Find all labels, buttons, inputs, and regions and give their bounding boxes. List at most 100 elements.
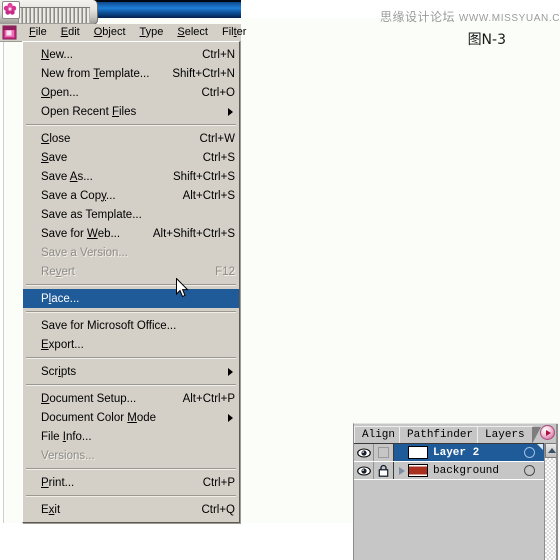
layers-empty-area[interactable] xyxy=(354,480,545,560)
table-row[interactable]: background xyxy=(354,462,545,480)
menu-item-close[interactable]: Close Ctrl+W xyxy=(23,129,239,148)
menu-item-new-from-template[interactable]: New from Template... Shift+Ctrl+N xyxy=(23,64,239,83)
menu-item-scripts[interactable]: Scripts xyxy=(23,362,239,381)
menu-type-label-rest: ype xyxy=(145,26,164,38)
menu-separator xyxy=(26,495,236,497)
menu-item-label: Save for Microsoft Office... xyxy=(41,319,177,332)
menu-bar[interactable]: File Edit Object Type Select Filter xyxy=(0,24,246,42)
application-window: File Edit Object Type Select Filter New.… xyxy=(0,0,560,560)
menu-item-shortcut: Shift+Ctrl+S xyxy=(173,170,235,183)
menu-filter[interactable]: Filter xyxy=(215,25,253,40)
menu-item-label: Revert xyxy=(41,265,75,278)
menu-item-exit[interactable]: Exit Ctrl+Q xyxy=(23,500,239,519)
menu-item-save-for-microsoft-office[interactable]: Save for Microsoft Office... xyxy=(23,316,239,335)
eye-icon[interactable] xyxy=(354,444,374,461)
menu-type[interactable]: Type xyxy=(133,25,171,40)
tab-align-label: Align xyxy=(362,429,396,441)
menu-separator xyxy=(26,357,236,359)
menu-item-label: Save as Template... xyxy=(41,208,142,221)
menu-separator xyxy=(26,384,236,386)
menu-item-label: Document Color Mode xyxy=(41,411,157,424)
menu-item-label: Export... xyxy=(41,338,84,351)
menu-item-save-as-template[interactable]: Save as Template... xyxy=(23,205,239,224)
menu-item-shortcut: Shift+Ctrl+N xyxy=(172,67,235,80)
menu-item-label: Save for Web... xyxy=(41,227,121,240)
menu-item-print[interactable]: Print... Ctrl+P xyxy=(23,473,239,492)
menu-item-label: Print... xyxy=(41,476,75,489)
menu-item-label: Save a Copy... xyxy=(41,189,116,202)
menu-item-save-as[interactable]: Save As... Shift+Ctrl+S xyxy=(23,167,239,186)
menu-select[interactable]: Select xyxy=(170,25,215,40)
menu-item-revert: Revert F12 xyxy=(23,262,239,281)
menu-item-open[interactable]: Open... Ctrl+O xyxy=(23,83,239,102)
file-dropdown-menu[interactable]: New... Ctrl+N New from Template... Shift+Ct… xyxy=(22,41,240,523)
watermark-site-cn: 思缘设计论坛 xyxy=(380,10,456,24)
illustrator-flower-icon xyxy=(2,1,20,19)
selection-fold-corner xyxy=(537,444,543,450)
menu-item-label: Versions... xyxy=(41,449,95,462)
tab-layers[interactable]: Layers xyxy=(477,426,541,444)
menu-item-file-info[interactable]: File Info... xyxy=(23,427,239,446)
chevron-right-icon[interactable] xyxy=(396,462,408,479)
layer-thumbnail xyxy=(408,446,428,459)
layer-name: background xyxy=(433,464,500,477)
menu-item-new[interactable]: New... Ctrl+N xyxy=(23,45,239,64)
menu-edit[interactable]: Edit xyxy=(54,25,87,40)
menu-item-place[interactable]: Place... xyxy=(23,289,239,308)
target-indicator-icon[interactable] xyxy=(524,447,535,458)
tab-pathfinder[interactable]: Pathfinder xyxy=(399,426,490,444)
menu-item-shortcut: Ctrl+O xyxy=(201,86,235,99)
menu-file-label-rest: ile xyxy=(35,26,47,38)
submenu-arrow-icon xyxy=(228,413,233,422)
menu-item-shortcut: Alt+Ctrl+P xyxy=(182,392,235,405)
lock-cell-empty[interactable] xyxy=(374,444,394,461)
menu-item-export[interactable]: Export... xyxy=(23,335,239,354)
menu-separator xyxy=(26,124,236,126)
menu-item-label: Open... xyxy=(41,86,79,99)
menu-item-document-setup[interactable]: Document Setup... Alt+Ctrl+P xyxy=(23,389,239,408)
menu-item-label: Place... xyxy=(41,292,80,305)
layers-palette[interactable]: Align Pathfinder Layers Layer 2 backgrou… xyxy=(353,423,558,560)
disclosure-placeholder xyxy=(396,444,408,461)
menu-item-save-a-version: Save a Version... xyxy=(23,243,239,262)
menu-item-shortcut: Ctrl+N xyxy=(202,48,235,61)
menu-item-shortcut: Ctrl+S xyxy=(202,151,235,164)
palette-menu-icon[interactable] xyxy=(540,425,555,440)
menu-file[interactable]: File xyxy=(22,25,54,40)
menu-item-label: Scripts xyxy=(41,365,77,378)
menu-item-save[interactable]: Save Ctrl+S xyxy=(23,148,239,167)
menu-object[interactable]: Object xyxy=(87,25,133,40)
layers-list[interactable]: Layer 2 background xyxy=(354,443,545,480)
document-icon xyxy=(2,25,18,40)
menu-item-label: Exit xyxy=(41,503,61,516)
lock-icon[interactable] xyxy=(374,462,394,479)
menu-item-shortcut: Ctrl+Q xyxy=(201,503,235,516)
menu-separator xyxy=(26,284,236,286)
menu-item-save-for-web[interactable]: Save for Web... Alt+Shift+Ctrl+S xyxy=(23,224,239,243)
menu-item-open-recent-files[interactable]: Open Recent Files xyxy=(23,102,239,121)
layer-row-body[interactable]: background xyxy=(394,462,545,479)
menu-separator xyxy=(26,468,236,470)
menu-item-label: File Info... xyxy=(41,430,92,443)
menu-item-label: Open Recent Files xyxy=(41,105,137,118)
table-row[interactable]: Layer 2 xyxy=(354,444,545,462)
submenu-arrow-icon xyxy=(228,367,233,376)
target-indicator-icon[interactable] xyxy=(524,465,535,476)
menu-item-shortcut: F12 xyxy=(215,265,235,278)
menu-item-label: New... xyxy=(41,48,73,61)
watermark-figure-label: 图N-3 xyxy=(467,32,506,48)
watermark: 思缘设计论坛 WWW.MISSYUAN.COM 图N-3 xyxy=(380,8,560,49)
palette-tab-strip[interactable]: Align Pathfinder Layers xyxy=(354,424,558,444)
menu-item-label: New from Template... xyxy=(41,67,150,80)
menu-item-save-a-copy[interactable]: Save a Copy... Alt+Ctrl+S xyxy=(23,186,239,205)
eye-icon[interactable] xyxy=(354,462,374,479)
menu-item-document-color-mode[interactable]: Document Color Mode xyxy=(23,408,239,427)
tab-align[interactable]: Align xyxy=(354,426,412,444)
menu-separator xyxy=(26,311,236,313)
menu-edit-label-rest: dit xyxy=(68,26,80,38)
menu-item-shortcut: Alt+Ctrl+S xyxy=(182,189,235,202)
layer-row-body[interactable]: Layer 2 xyxy=(394,444,545,461)
menu-item-shortcut: Ctrl+W xyxy=(199,132,235,145)
watermark-site-url: WWW.MISSYUAN.COM xyxy=(458,13,560,24)
menu-select-label-rest: elect xyxy=(184,26,208,38)
